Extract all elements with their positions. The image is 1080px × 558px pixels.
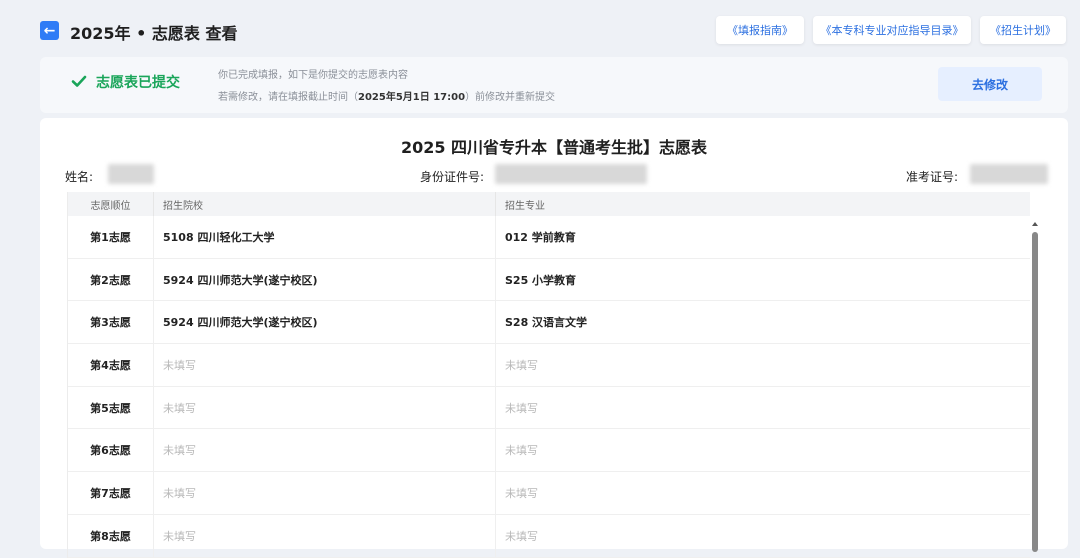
guide-link-filling[interactable]: 《填报指南》 — [716, 16, 804, 44]
scroll-thumb[interactable] — [1032, 232, 1038, 552]
status-message: 你已完成填报，如下是你提交的志愿表内容 — [218, 70, 408, 81]
check-icon — [71, 75, 87, 87]
rank-cell: 第2志愿 — [90, 273, 131, 287]
id-value-masked — [495, 164, 647, 184]
page-title: 2025年 • 志愿表 查看 — [70, 24, 238, 43]
school-cell: 5924 四川师范大学(遂宁校区) — [153, 301, 495, 344]
table-row: 第7志愿 未填写 未填写 — [68, 472, 1030, 515]
name-value-masked — [108, 164, 154, 184]
exam-number-label: 准考证号: — [906, 170, 959, 184]
rank-cell: 第8志愿 — [90, 529, 131, 543]
school-cell: 未填写 — [153, 386, 495, 429]
id-label: 身份证件号: — [420, 170, 485, 184]
school-cell: 5924 四川师范大学(遂宁校区) — [153, 258, 495, 301]
table-row: 第4志愿 未填写 未填写 — [68, 344, 1030, 387]
header-major: 招生专业 — [495, 192, 1030, 216]
scroll-up-icon[interactable] — [1032, 222, 1038, 226]
header-rank: 志愿顺位 — [90, 200, 131, 212]
rank-cell: 第5志愿 — [90, 401, 131, 415]
school-cell: 未填写 — [153, 472, 495, 514]
school-cell: 未填写 — [153, 514, 495, 557]
major-cell: S28 汉语言文学 — [495, 301, 1030, 344]
preference-table: 志愿顺位 招生院校 招生专业 第1志愿 5108 四川轻化工大学 012 学前教… — [67, 192, 1030, 558]
form-title: 2025 四川省专升本【普通考生批】志愿表 — [400, 138, 708, 157]
rank-cell: 第1志愿 — [90, 230, 131, 244]
table-scrollbar[interactable] — [1032, 192, 1040, 552]
guide-link-enrollment-plan[interactable]: 《招生计划》 — [980, 16, 1066, 44]
header-school: 招生院校 — [153, 192, 495, 216]
school-cell: 5108 四川轻化工大学 — [153, 216, 495, 258]
major-cell: 012 学前教育 — [495, 216, 1030, 258]
modify-button[interactable]: 去修改 — [938, 67, 1042, 101]
major-cell: 未填写 — [495, 429, 1030, 472]
top-bar: ← 2025年 • 志愿表 查看 《填报指南》 《本专科专业对应指导目录》 《招… — [0, 0, 1080, 58]
table-header: 志愿顺位 招生院校 招生专业 — [68, 192, 1030, 216]
major-cell: 未填写 — [495, 386, 1030, 429]
application-form-card: 2025 四川省专升本【普通考生批】志愿表 姓名: 身份证件号: 准考证号: 志… — [40, 118, 1068, 558]
rank-cell: 第3志愿 — [90, 316, 131, 330]
school-cell: 未填写 — [153, 344, 495, 386]
table-row: 第6志愿 未填写 未填写 — [68, 429, 1030, 473]
major-cell: 未填写 — [495, 472, 1030, 514]
name-label: 姓名: — [65, 170, 94, 184]
status-title: 志愿表已提交 — [96, 75, 180, 91]
deadline-value: 2025年5月1日 17:00 — [358, 92, 466, 103]
table-row: 第1志愿 5108 四川轻化工大学 012 学前教育 — [68, 216, 1030, 259]
table-row: 第8志愿 未填写 未填写 — [68, 514, 1030, 558]
deadline-message: 若需修改，请在填报截止时间（2025年5月1日 17:00）前修改并重新提交 — [218, 88, 555, 103]
school-cell: 未填写 — [153, 429, 495, 472]
deadline-suffix: ）前修改并重新提交 — [465, 92, 556, 103]
rank-cell: 第7志愿 — [90, 486, 131, 500]
deadline-prefix: 若需修改，请在填报截止时间（ — [218, 92, 358, 103]
rank-cell: 第6志愿 — [90, 444, 131, 458]
rank-cell: 第4志愿 — [90, 358, 131, 372]
table-row: 第3志愿 5924 四川师范大学(遂宁校区) S28 汉语言文学 — [68, 301, 1030, 345]
major-cell: 未填写 — [495, 514, 1030, 557]
exam-number-masked — [970, 164, 1048, 184]
back-arrow-icon[interactable]: ← — [40, 21, 59, 40]
guide-link-major-catalog[interactable]: 《本专科专业对应指导目录》 — [813, 16, 971, 44]
major-cell: 未填写 — [495, 344, 1030, 386]
status-card: 志愿表已提交 你已完成填报，如下是你提交的志愿表内容 若需修改，请在填报截止时间… — [40, 57, 1068, 113]
table-row: 第5志愿 未填写 未填写 — [68, 386, 1030, 430]
table-row: 第2志愿 5924 四川师范大学(遂宁校区) S25 小学教育 — [68, 258, 1030, 302]
major-cell: S25 小学教育 — [495, 258, 1030, 301]
